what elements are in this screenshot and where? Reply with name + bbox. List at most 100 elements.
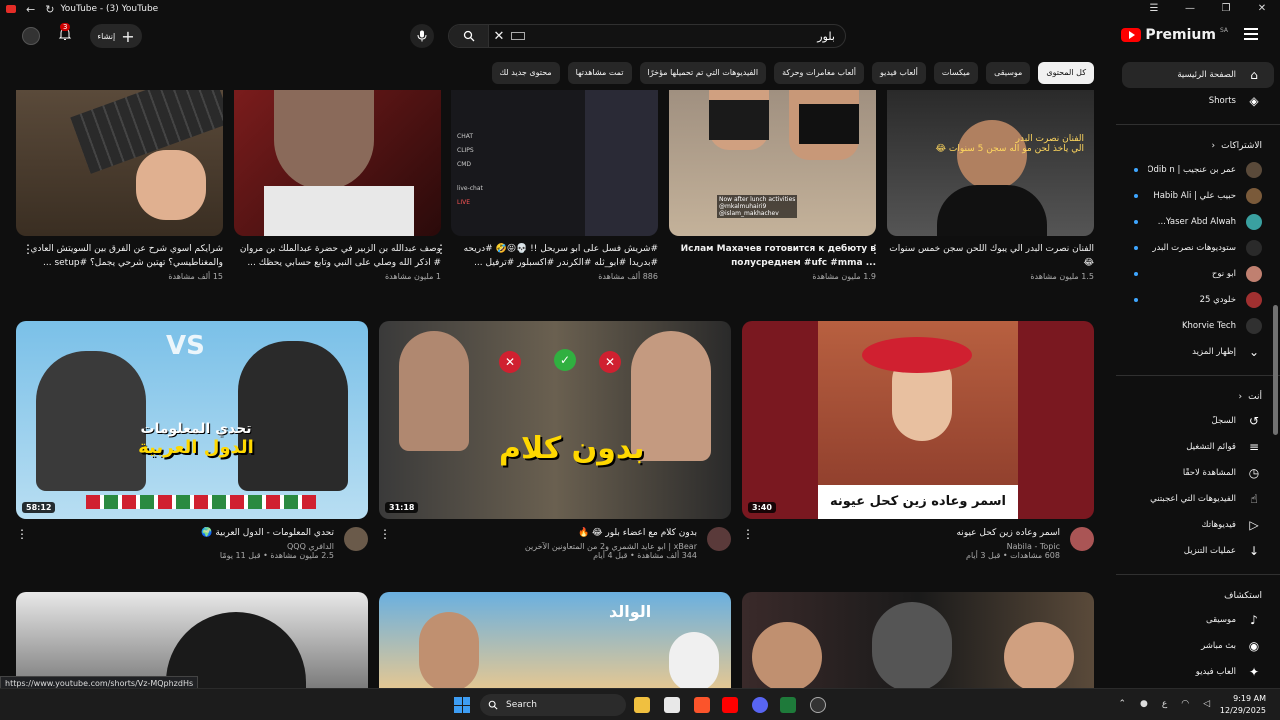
app-icon[interactable] [810,697,826,713]
search-button[interactable] [449,25,489,47]
video-title[interactable]: تحدي المعلومات - الدول العربية 🌍 [36,527,334,540]
sidebar-item-subs-6[interactable]: Khorvie Tech [1122,313,1274,339]
sidebar-item-home[interactable]: ⌂ الصفحة الرئيسية [1122,62,1274,88]
page-scrollbar[interactable] [1273,305,1278,435]
channel-avatar[interactable] [1070,527,1094,551]
more-options-icon[interactable]: ⋮ [742,527,754,541]
terminal-icon[interactable] [780,697,796,713]
subscriptions-header[interactable]: الاشتراكات ‹ [1116,135,1280,157]
video-thumbnail[interactable] [742,592,1094,688]
store-icon[interactable] [664,697,680,713]
you-header[interactable]: أنت ‹ [1116,386,1280,408]
thumbnail-caption: بدون كلام [499,431,645,466]
sidebar-item-explore-2[interactable]: ✦ ألعاب فيديو [1122,659,1274,685]
youtube-taskbar-icon[interactable] [722,697,738,713]
video-thumbnail[interactable]: اسمر وعاده زين كحل عيونه 3:40 [742,321,1094,519]
video-title[interactable]: اسمر وعاده زين كحل عيونه [762,527,1060,540]
short-thumbnail[interactable] [234,90,441,236]
chip-new-to-you[interactable]: محتوى جديد لك [491,62,560,84]
sidebar-item-subs-5[interactable]: خلودي 25 [1122,287,1274,313]
video-thumbnail[interactable]: ✕ ✓ ✕ بدون كلام 31:18 [379,321,731,519]
video-thumbnail[interactable] [16,592,368,688]
short-thumbnail[interactable] [16,90,223,236]
maximize-button[interactable]: ❐ [1208,0,1244,18]
short-card[interactable]: شرايكم اسوي شرح عن الفرق بين السويتش الع… [16,90,223,281]
short-thumbnail[interactable]: Now after lunch activities @mkalmuhairi9… [669,90,876,236]
taskbar-clock[interactable]: 9:19 AM 12/29/2025 [1220,693,1266,717]
short-title[interactable]: #شريش فسل على ابو سريحل !! 💀😝🤣 #دريحه #ب… [451,242,658,270]
sidebar-item-explore-0[interactable]: ♪ موسيقى [1122,607,1274,633]
more-options-icon[interactable]: ⋮ [16,527,28,541]
channel-avatar[interactable] [707,527,731,551]
channel-name[interactable]: الدافري QQQ [36,542,334,551]
sidebar-item-you-4[interactable]: ▷ فيديوهاتك [1122,512,1274,538]
microphone-icon[interactable]: ● [1140,699,1148,709]
video-card[interactable]: VS تحدي المعلومات الدول العربية 58:12 تح… [16,321,368,577]
chevron-up-icon[interactable]: ⌃ [1118,699,1126,709]
file-explorer-icon[interactable] [634,697,650,713]
chip-watched[interactable]: تمت مشاهدتها [567,62,632,84]
sidebar-item-subs-3[interactable]: ستوديوهات نصرت البدر [1122,235,1274,261]
guide-menu-icon[interactable] [1244,28,1258,40]
chip-music[interactable]: موسيقى [986,62,1031,84]
clear-search-icon[interactable]: ✕ [489,29,509,44]
sidebar-item-shorts[interactable]: ◈ Shorts [1122,88,1274,114]
chip-action-adventure[interactable]: ألعاب مغامرات وحركة [774,62,865,84]
short-card[interactable]: CHAT CLIPS CMD live-chat LIVE #شريش فسل … [435,90,658,281]
wifi-icon[interactable]: ◠ [1181,699,1189,709]
volume-icon[interactable]: ◁ [1203,699,1210,709]
back-icon[interactable]: ← [26,3,35,16]
sidebar-item-subs-4[interactable]: ابو نوح [1122,261,1274,287]
video-thumbnail[interactable]: الوالد [379,592,731,688]
video-meta: بدون كلام مع اعضاء بلور 😂 🔥 xBear | ابو … [379,527,731,577]
sidebar-item-you-2[interactable]: ◷ المشاهدة لاحقًا [1122,460,1274,486]
short-title[interactable]: الفنان نصرت البدر الي يبوك اللحن سجن خمس… [887,242,1094,270]
keyboard-icon[interactable] [511,32,525,40]
voice-search-button[interactable] [410,24,434,48]
short-card[interactable]: الفنان نصرت البدر الي ياخذ لحن مو اله سج… [869,90,1094,281]
chip-recently-uploaded[interactable]: الفيديوهات التي تم تحميلها مؤخرًا [639,62,767,84]
short-card[interactable]: وصف عبدالله بن الزبير في حضرة عبدالملك ب… [234,90,441,281]
search-input[interactable] [525,29,845,43]
chip-mixes[interactable]: ميكسات [933,62,979,84]
windows-start-icon[interactable] [454,697,470,713]
account-avatar[interactable] [22,27,40,45]
short-card[interactable]: Now after lunch activities @mkalmuhairi9… [669,90,876,281]
video-thumbnail[interactable]: VS تحدي المعلومات الدول العربية 58:12 [16,321,368,519]
sidebar-item-you-1[interactable]: ≡ قوائم التشغيل [1122,434,1274,460]
sidebar-item-subs-0[interactable]: عمر بن عنجيب | Odib n... [1122,157,1274,183]
chip-all[interactable]: كل المحتوى [1038,62,1094,84]
more-options-icon[interactable]: ⋮ [22,242,34,256]
short-title[interactable]: وصف عبدالله بن الزبير في حضرة عبدالملك ب… [234,242,441,270]
video-title[interactable]: بدون كلام مع اعضاء بلور 😂 🔥 [399,527,697,540]
window-menu-icon[interactable]: ☰ [1136,0,1172,18]
youtube-premium-logo[interactable]: Premium SA [1121,27,1228,43]
short-title[interactable]: شرايكم اسوي شرح عن الفرق بين السويتش الع… [16,242,223,270]
create-button[interactable]: إنشاء + [90,24,142,48]
sidebar-item-explore-1[interactable]: ◉ بث مباشر [1122,633,1274,659]
taskbar-search[interactable]: Search [480,694,626,716]
more-options-icon[interactable]: ⋮ [379,527,391,541]
channel-name[interactable]: Nabila - Topic [762,542,1060,551]
brave-browser-icon[interactable] [694,697,710,713]
chip-gaming[interactable]: ألعاب فيديو [872,62,926,84]
discord-icon[interactable] [752,697,768,713]
video-card[interactable]: اسمر وعاده زين كحل عيونه 3:40 اسمر وعاده… [742,321,1094,577]
close-button[interactable]: ✕ [1244,0,1280,18]
show-more-button[interactable]: ⌄ إظهار المزيد [1122,339,1274,365]
sidebar-item-you-3[interactable]: ☝ الفيديوهات التي أعجبتني [1122,486,1274,512]
channel-avatar[interactable] [344,527,368,551]
sidebar-item-you-5[interactable]: ↓ عمليات التنزيل [1122,538,1274,564]
short-thumbnail[interactable]: CHAT CLIPS CMD live-chat LIVE [451,90,658,236]
sidebar-item-subs-2[interactable]: Yaser Abd Alwah... [1122,209,1274,235]
sidebar-item-you-0[interactable]: ↺ السجلّ [1122,408,1274,434]
channel-name[interactable]: xBear | ابو عايد الشمري و2 من المتعاونين… [399,542,697,551]
short-thumbnail[interactable]: الفنان نصرت البدر الي ياخذ لحن مو اله سج… [887,90,1094,236]
short-title[interactable]: Ислам Махачев готовится к дебюту в полус… [669,242,876,270]
minimize-button[interactable]: — [1172,0,1208,18]
reload-icon[interactable]: ↻ [45,3,54,16]
input-language[interactable]: ع [1162,699,1167,709]
notifications-button[interactable]: 3 [58,23,74,43]
sidebar-item-subs-1[interactable]: حبيب علي | Habib Ali [1122,183,1274,209]
video-card[interactable]: ✕ ✓ ✕ بدون كلام 31:18 بدون كلام مع اعضاء… [379,321,731,577]
